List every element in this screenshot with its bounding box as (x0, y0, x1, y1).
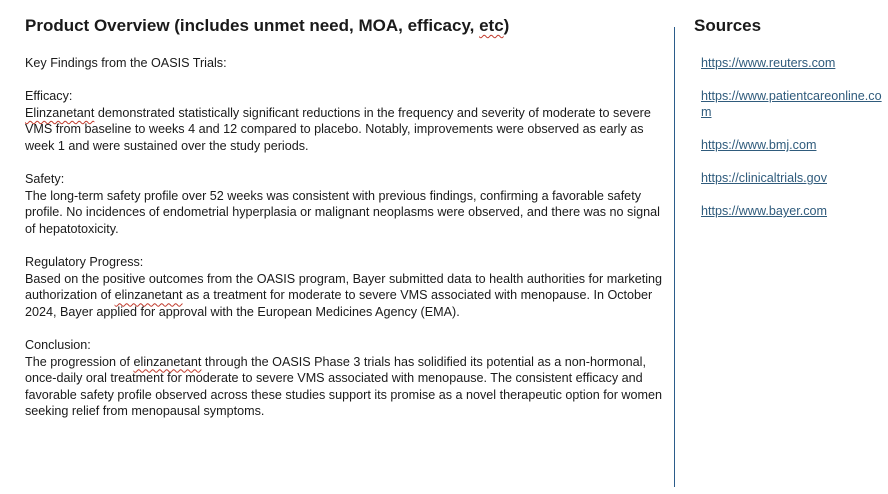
main-content: Product Overview (includes unmet need, M… (25, 15, 665, 437)
conclusion-drug-name[interactable]: elinzanetant (134, 355, 202, 369)
conclusion-section: Conclusion: The progression of elinzanet… (25, 337, 665, 420)
conclusion-text: The progression of elinzanetant through … (25, 354, 665, 420)
source-link-clinicaltrials[interactable]: https://clinicaltrials.gov (701, 171, 827, 185)
source-item: https://www.reuters.com (701, 55, 888, 71)
conclusion-body-before: The progression of (25, 354, 134, 369)
title-suffix: ) (503, 16, 510, 35)
regulatory-drug-name[interactable]: elinzanetant (115, 288, 183, 302)
source-link-bmj[interactable]: https://www.bmj.com (701, 138, 816, 152)
source-item: https://www.patientcareonline.com (701, 88, 888, 120)
column-divider (674, 27, 675, 487)
body-text: Key Findings from the OASIS Trials: Effi… (25, 55, 665, 420)
conclusion-heading: Conclusion: (25, 338, 91, 353)
sources-panel: Sources https://www.reuters.com https://… (694, 15, 888, 236)
safety-heading: Safety: (25, 172, 65, 187)
efficacy-drug-name[interactable]: Elinzanetant (25, 106, 94, 120)
source-list: https://www.reuters.com https://www.pati… (701, 55, 888, 219)
regulatory-section: Regulatory Progress: Based on the positi… (25, 254, 665, 320)
source-item: https://clinicaltrials.gov (701, 170, 888, 186)
regulatory-text: Based on the positive outcomes from the … (25, 271, 665, 321)
page-title: Product Overview (includes unmet need, M… (25, 15, 665, 37)
title-prefix: Product Overview (includes unmet need, M… (25, 16, 480, 35)
source-link-reuters[interactable]: https://www.reuters.com (701, 56, 835, 70)
efficacy-body: demonstrated statistically significant r… (25, 105, 651, 153)
intro-text: Key Findings from the OASIS Trials: (25, 56, 227, 70)
source-item: https://www.bayer.com (701, 203, 888, 219)
efficacy-section: Efficacy: Elinzanetant demonstrated stat… (25, 88, 665, 154)
efficacy-heading: Efficacy: (25, 89, 73, 104)
safety-section: Safety: The long-term safety profile ove… (25, 171, 665, 237)
source-item: https://www.bmj.com (701, 137, 888, 153)
safety-text: The long-term safety profile over 52 wee… (25, 188, 660, 236)
regulatory-heading: Regulatory Progress: (25, 255, 144, 270)
source-link-patientcareonline[interactable]: https://www.patientcareonline.com (701, 89, 882, 119)
source-link-bayer[interactable]: https://www.bayer.com (701, 204, 827, 218)
efficacy-text: Elinzanetant demonstrated statistically … (25, 105, 665, 155)
title-misspelled-word[interactable]: etc (479, 16, 504, 35)
sources-title: Sources (694, 16, 762, 35)
